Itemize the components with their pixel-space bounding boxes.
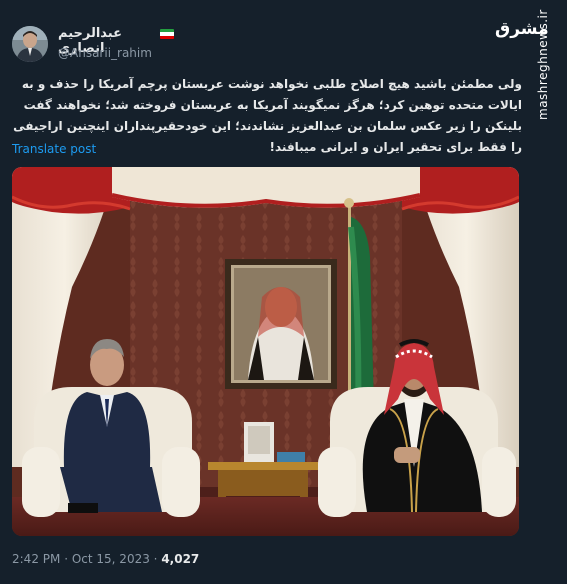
tweet-card: عبدالرحیم انصاری @Ansarii_rahim ولی مطمئ… <box>0 0 533 584</box>
display-name[interactable]: عبدالرحیم انصاری <box>58 26 156 56</box>
tweet-timestamp[interactable]: 2:42 PM · Oct 15, 2023 · 4,027 <box>12 552 292 570</box>
separator: · <box>64 552 69 566</box>
avatar[interactable] <box>12 26 48 62</box>
views-count: 4,027 <box>161 552 200 566</box>
watermark-logo: مشرق <box>495 19 550 39</box>
watermark-url: mashreghnews.ir <box>536 9 550 120</box>
iran-flag-icon <box>160 29 174 39</box>
tweet-photo[interactable] <box>12 167 519 536</box>
tweet-time[interactable]: 2:42 PM <box>12 552 60 566</box>
tweet-text: ولی مطمئن باشید هیچ اصلاح طلبی نخواهد نو… <box>13 77 522 154</box>
tweet-date[interactable]: Oct 15, 2023 <box>72 552 150 566</box>
user-handle[interactable]: @Ansarii_rahim <box>58 46 218 62</box>
translate-post-link[interactable]: Translate post <box>12 142 112 158</box>
separator: · <box>153 552 158 566</box>
